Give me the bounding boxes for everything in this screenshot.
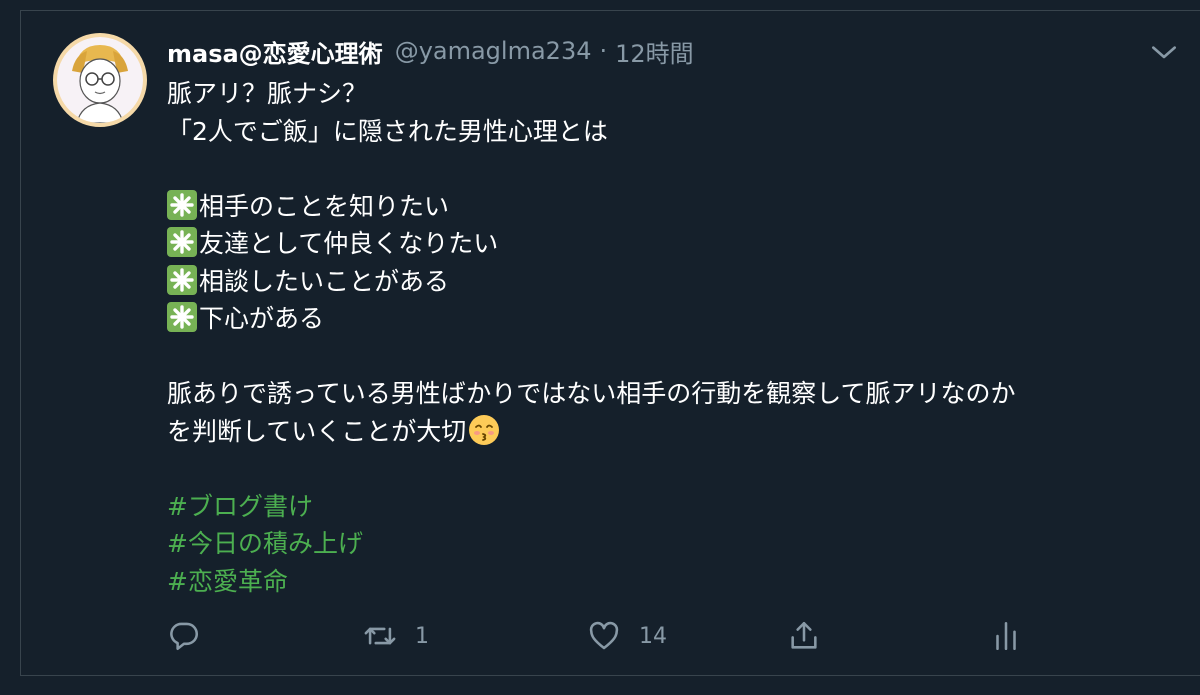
list-item: 下心がある <box>167 300 1197 338</box>
retweet-icon <box>364 627 396 645</box>
tweet-header: masa@恋愛心理術 @yamaglma234 · 12時間 <box>167 33 694 69</box>
analytics-icon <box>996 621 1016 651</box>
hashtag-link[interactable]: #ブログ書け <box>167 488 1197 526</box>
text-line: を判断していくことが大切 <box>167 413 1197 451</box>
hashtag-link[interactable]: #今日の積み上げ <box>167 525 1197 563</box>
more-options-button[interactable] <box>1148 37 1180 69</box>
retweet-count: 1 <box>415 623 429 649</box>
avatar[interactable] <box>53 33 147 127</box>
tweet-card[interactable]: masa@恋愛心理術 @yamaglma234 · 12時間 脈アリ？脈ナシ？ … <box>20 10 1200 676</box>
user-handle[interactable]: @yamaglma234 <box>395 37 592 65</box>
eight-spoked-asterisk-icon <box>167 264 197 295</box>
text-line: 脈ありで誘っている男性ばかりではない相手の行動を観察して脈アリなのか <box>167 379 1016 408</box>
analytics-button[interactable] <box>989 619 1023 653</box>
retweet-button[interactable]: 1 <box>363 619 429 653</box>
reply-button[interactable] <box>167 619 219 653</box>
avatar-illustration <box>57 37 143 123</box>
list-item: 相談したいことがある <box>167 263 1197 301</box>
list-item: 友達として仲良くなりたい <box>167 225 1197 263</box>
separator-dot: · <box>599 37 608 65</box>
share-button[interactable] <box>787 619 821 653</box>
display-name[interactable]: masa@恋愛心理術 <box>167 34 383 69</box>
tweet-text: 脈アリ？脈ナシ？ 「2人でご飯」に隠された男性心理とは 相手のことを知りたい 友… <box>167 75 1197 600</box>
text-segment: を判断していくことが大切 <box>167 416 467 446</box>
text-line: 脈アリ？脈ナシ？ <box>167 79 368 108</box>
share-icon <box>791 621 817 649</box>
kissing-face-icon <box>468 414 500 446</box>
chevron-down-icon <box>1152 46 1176 59</box>
tweet-actions: 1 14 <box>167 619 1017 655</box>
like-button[interactable]: 14 <box>587 619 667 653</box>
hashtag-link[interactable]: #恋愛革命 <box>167 563 1197 601</box>
eight-spoked-asterisk-icon <box>167 302 197 332</box>
list-item: 相手のことを知りたい <box>167 188 1197 226</box>
heart-icon <box>589 621 619 650</box>
list-item-text: 下心がある <box>199 304 325 333</box>
reply-icon <box>170 622 199 651</box>
eight-spoked-asterisk-icon <box>167 227 197 257</box>
list-item-text: 友達として仲良くなりたい <box>199 229 499 258</box>
like-count: 14 <box>639 623 667 649</box>
list-item-text: 相手のことを知りたい <box>199 191 450 221</box>
text-line: 「2人でご飯」に隠された男性心理とは <box>167 116 608 146</box>
list-item-text: 相談したいことがある <box>199 266 450 296</box>
timestamp[interactable]: 12時間 <box>615 34 694 69</box>
eight-spoked-asterisk-icon <box>167 189 197 220</box>
